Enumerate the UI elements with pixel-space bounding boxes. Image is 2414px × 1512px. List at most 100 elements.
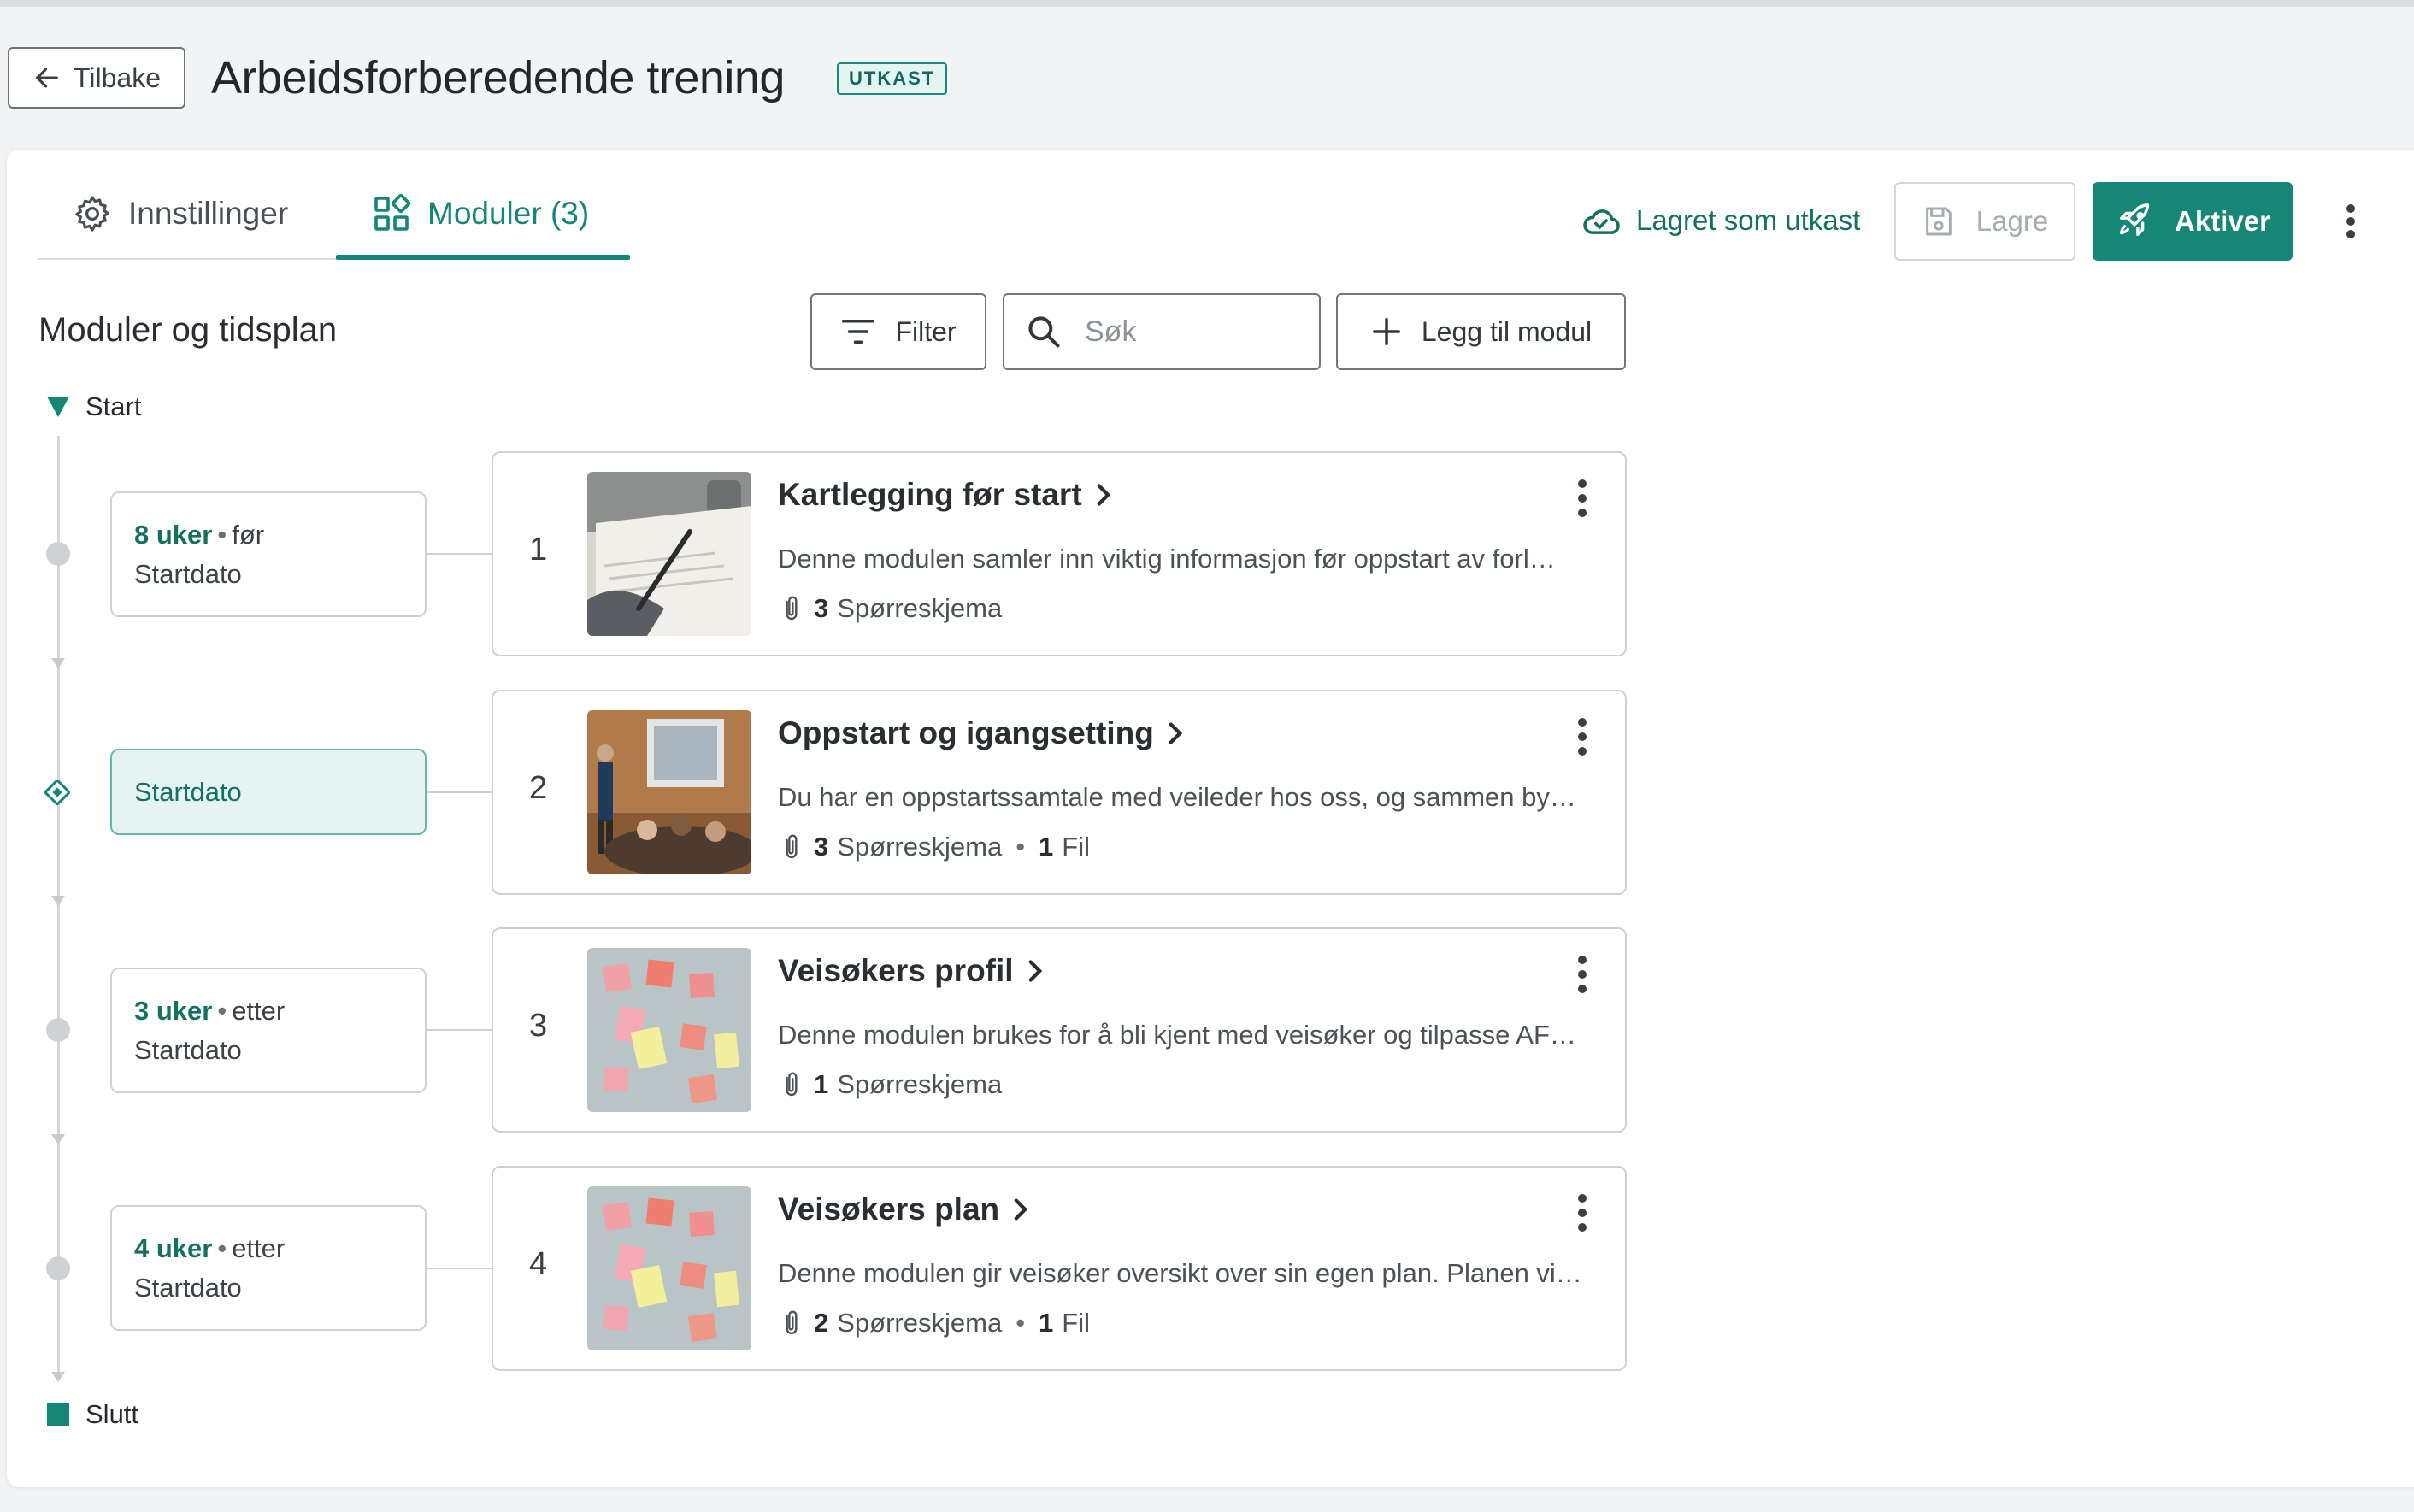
paperclip-icon bbox=[786, 1072, 798, 1097]
module-meta: 2 Spørreskjema • 1 Fil bbox=[778, 1308, 1090, 1338]
timing-anchor: Startdato bbox=[134, 559, 242, 589]
module-title-text: Oppstart og igangsetting bbox=[778, 715, 1154, 750]
questionnaire-count: 2 bbox=[814, 1308, 829, 1338]
more-vertical-icon bbox=[2346, 204, 2355, 238]
timing-amount: 4 uker bbox=[134, 1233, 213, 1263]
module-meta: 3 Spørreskjema bbox=[778, 593, 1002, 624]
questionnaire-label: Spørreskjema bbox=[837, 1308, 1003, 1338]
timeline-dot bbox=[46, 542, 70, 566]
file-count: 1 bbox=[1039, 832, 1054, 862]
questionnaire-label: Spørreskjema bbox=[837, 832, 1003, 862]
diamond-icon bbox=[44, 780, 70, 805]
save-button[interactable]: Lagre bbox=[1894, 182, 2075, 261]
file-label: Fil bbox=[1062, 832, 1091, 862]
module-title-text: Veisøkers plan bbox=[778, 1191, 1000, 1227]
timing-box-startdate[interactable]: Startdato bbox=[110, 749, 427, 835]
module-meta: 1 Spørreskjema bbox=[778, 1069, 1002, 1100]
filter-icon bbox=[842, 320, 875, 344]
module-description: Denne modulen brukes for å bli kjent med… bbox=[778, 1020, 1576, 1050]
back-button-label: Tilbake bbox=[74, 62, 161, 93]
timeline-end-label: Slutt bbox=[85, 1399, 139, 1429]
module-number: 2 bbox=[529, 770, 548, 806]
module-more-icon[interactable] bbox=[1574, 477, 1591, 520]
chevron-right-icon bbox=[1014, 1198, 1028, 1221]
timeline-connector bbox=[427, 1268, 492, 1269]
module-card[interactable]: 4 Veisøkers plan Denne modulen gir veisø… bbox=[492, 1166, 1627, 1371]
timeline-dot bbox=[46, 1256, 70, 1280]
timeline-arrow bbox=[51, 658, 65, 668]
module-card[interactable]: 2 Oppstart og igangsetting Du har en opp… bbox=[492, 690, 1627, 895]
file-label: Fil bbox=[1062, 1308, 1091, 1338]
module-number: 3 bbox=[529, 1008, 548, 1044]
paperclip-icon bbox=[786, 1310, 798, 1335]
chevron-right-icon bbox=[1028, 960, 1042, 982]
window-top-border bbox=[0, 0, 2414, 7]
gear-icon bbox=[75, 196, 109, 232]
timing-label: Startdato bbox=[134, 776, 242, 807]
cloud-check-icon bbox=[1583, 209, 1620, 234]
filter-button[interactable]: Filter bbox=[810, 293, 986, 370]
paperclip-icon bbox=[786, 834, 798, 859]
timing-amount: 8 uker bbox=[134, 520, 213, 550]
questionnaire-label: Spørreskjema bbox=[837, 593, 1003, 623]
module-more-icon[interactable] bbox=[1574, 715, 1591, 758]
timeline-arrow bbox=[51, 1134, 65, 1144]
module-card[interactable]: 1 Kartlegging før start Denne modulen sa… bbox=[492, 451, 1627, 656]
timing-relation: før bbox=[232, 520, 265, 550]
timeline-arrow bbox=[51, 1372, 65, 1382]
search-input[interactable] bbox=[1083, 314, 1309, 350]
module-title-text: Kartlegging før start bbox=[778, 477, 1082, 512]
timing-relation: etter bbox=[232, 996, 286, 1026]
triangle-down-icon bbox=[47, 397, 69, 417]
module-number: 4 bbox=[529, 1246, 548, 1282]
back-button[interactable]: Tilbake bbox=[8, 47, 185, 109]
questionnaire-count: 1 bbox=[814, 1069, 829, 1099]
timing-relation: etter bbox=[232, 1233, 286, 1263]
active-tab-indicator bbox=[336, 255, 630, 260]
save-status-label: Lagret som utkast bbox=[1636, 204, 1861, 236]
timing-box[interactable]: 8 uker • før Startdato bbox=[110, 491, 427, 617]
floppy-disk-icon bbox=[1925, 207, 1952, 236]
timeline-connector bbox=[427, 1029, 492, 1031]
timeline-connector bbox=[427, 553, 492, 555]
tab-modules[interactable]: Moduler (3) bbox=[371, 186, 589, 241]
module-description: Du har en oppstartssamtale med veileder … bbox=[778, 782, 1576, 812]
file-count: 1 bbox=[1039, 1308, 1054, 1338]
tab-modules-label: Moduler (3) bbox=[427, 196, 590, 231]
timing-box[interactable]: 3 uker • etter Startdato bbox=[110, 968, 427, 1093]
search-field[interactable] bbox=[1003, 293, 1321, 370]
paperclip-icon bbox=[786, 596, 798, 621]
chevron-right-icon bbox=[1169, 722, 1183, 744]
module-more-icon[interactable] bbox=[1574, 1191, 1591, 1234]
timing-anchor: Startdato bbox=[134, 1035, 242, 1065]
status-badge: UTKAST bbox=[837, 62, 948, 95]
timing-amount: 3 uker bbox=[134, 996, 213, 1026]
add-module-button[interactable]: Legg til modul bbox=[1336, 293, 1626, 370]
module-meta: 3 Spørreskjema • 1 Fil bbox=[778, 832, 1090, 862]
activate-button[interactable]: Aktiver bbox=[2093, 182, 2293, 261]
save-button-label: Lagre bbox=[1975, 205, 2049, 237]
search-icon bbox=[1028, 316, 1060, 348]
more-options-button[interactable] bbox=[2334, 198, 2368, 244]
module-card[interactable]: 3 Veisøkers profil Denne modulen brukes … bbox=[492, 927, 1627, 1133]
timeline-dot bbox=[46, 1018, 70, 1042]
square-icon bbox=[47, 1403, 69, 1426]
timeline-connector bbox=[427, 791, 492, 793]
timing-box[interactable]: 4 uker • etter Startdato bbox=[110, 1205, 427, 1331]
questionnaire-label: Spørreskjema bbox=[837, 1069, 1003, 1099]
module-thumbnail-meeting bbox=[587, 710, 751, 874]
save-status: Lagret som utkast bbox=[1581, 195, 1860, 246]
timeline-arrow bbox=[51, 896, 65, 906]
module-number: 1 bbox=[529, 532, 548, 568]
tab-settings[interactable]: Innstillinger bbox=[72, 186, 288, 241]
module-title[interactable]: Oppstart og igangsetting bbox=[778, 715, 1183, 751]
module-thumbnail-writing bbox=[587, 472, 751, 636]
module-title[interactable]: Veisøkers plan bbox=[778, 1191, 1028, 1227]
module-thumbnail-sticky-notes bbox=[587, 948, 751, 1112]
questionnaire-count: 3 bbox=[814, 832, 829, 862]
module-title[interactable]: Kartlegging før start bbox=[778, 477, 1111, 513]
timeline-end: Slutt bbox=[46, 1399, 138, 1430]
module-title[interactable]: Veisøkers profil bbox=[778, 953, 1043, 989]
timeline-start: Start bbox=[46, 391, 141, 422]
module-more-icon[interactable] bbox=[1574, 953, 1591, 996]
